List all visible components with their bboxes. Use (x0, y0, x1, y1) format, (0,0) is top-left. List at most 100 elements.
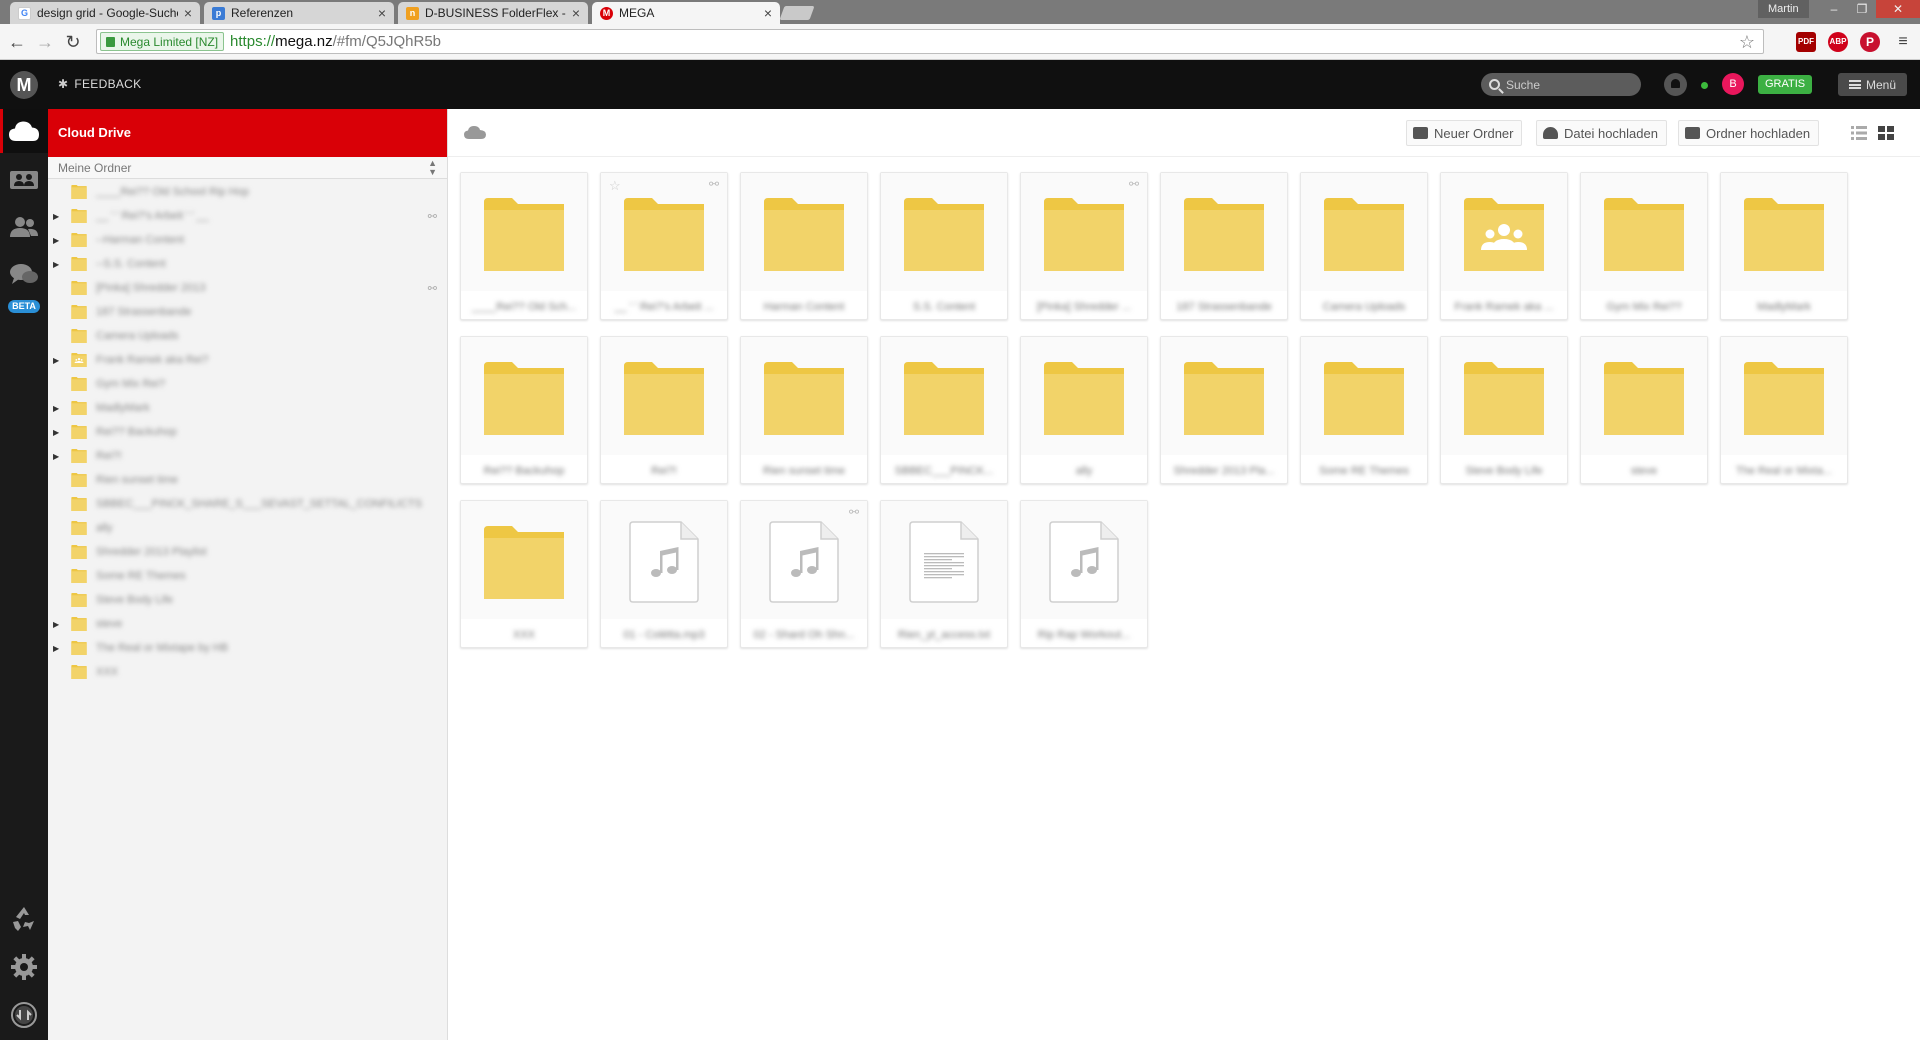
expand-arrow-icon[interactable]: ▶ (53, 356, 59, 365)
expand-arrow-icon[interactable]: ▶ (53, 428, 59, 437)
tree-folder-item[interactable]: ▶ Frank Ramek aka Rei? (48, 348, 447, 372)
cloud-drive-header[interactable]: Cloud Drive (48, 109, 447, 157)
expand-arrow-icon[interactable]: ▶ (53, 620, 59, 629)
browser-menu-icon[interactable]: ≡ (1892, 31, 1914, 53)
url-text[interactable]: https://mega.nz/#fm/Q5JQhR5b (230, 33, 441, 50)
folder-card[interactable]: ⚯ [Pinka] Shredder ... (1020, 172, 1148, 320)
new-tab-button[interactable] (779, 6, 815, 20)
folder-card[interactable]: ally (1020, 336, 1148, 484)
folder-card[interactable]: 187 Strassenbande (1160, 172, 1288, 320)
browser-tab-google[interactable]: G design grid - Google-Suche × (10, 2, 200, 24)
folder-card[interactable]: Shredder 2013 Pla... (1160, 336, 1288, 484)
search-field[interactable] (1481, 73, 1641, 96)
folder-card[interactable]: steve (1580, 336, 1708, 484)
file-card[interactable]: 01 - Colétta.mp3 (600, 500, 728, 648)
folder-card[interactable]: Steve Body Life (1440, 336, 1568, 484)
folder-card[interactable]: S.S. Content (880, 172, 1008, 320)
tree-folder-item[interactable]: Camera Uploads (48, 324, 447, 348)
folder-card[interactable]: Some RE Themes (1300, 336, 1428, 484)
tree-folder-item[interactable]: 187 Strassenbande (48, 300, 447, 324)
file-card[interactable]: Rien_yt_access.txt (880, 500, 1008, 648)
address-bar[interactable]: Mega Limited [NZ] https://mega.nz/#fm/Q5… (96, 29, 1764, 54)
tree-folder-item[interactable]: ▶ steve (48, 612, 447, 636)
menu-button[interactable]: Menü (1838, 73, 1907, 96)
tab-close-icon[interactable]: × (378, 5, 386, 21)
adblock-extension-icon[interactable]: ABP (1828, 32, 1848, 52)
security-indicator[interactable]: Mega Limited [NZ] (100, 32, 225, 51)
folder-card[interactable]: SBBEC___PINCK... (880, 336, 1008, 484)
folder-card[interactable]: ____Rei?? Old Sch... (460, 172, 588, 320)
tree-folder-item[interactable]: [Pinka] Shredder 2013 ⚯ (48, 276, 447, 300)
minimize-icon[interactable]: – (1820, 0, 1848, 18)
pinterest-extension-icon[interactable]: P (1860, 32, 1880, 52)
folder-card[interactable]: Gym Mix Rei?? (1580, 172, 1708, 320)
chat-nav[interactable] (0, 253, 48, 297)
rubbish-bin-nav[interactable] (0, 897, 48, 941)
expand-arrow-icon[interactable]: ▶ (53, 452, 59, 461)
folder-card[interactable]: ☆ ⚯ __ ' ' Rei?'s Arbeit ... (600, 172, 728, 320)
browser-tab-mega[interactable]: M MEGA × (592, 2, 780, 24)
tree-folder-item[interactable]: Steve Body Life (48, 588, 447, 612)
feedback-button[interactable]: ✱ FEEDBACK (58, 77, 141, 91)
list-view-icon[interactable] (1851, 126, 1867, 140)
transfers-nav[interactable] (0, 993, 48, 1037)
search-input[interactable] (1506, 77, 1626, 92)
tree-folder-item[interactable]: ▶ Rei?! (48, 444, 447, 468)
tree-folder-item[interactable]: ▶ Rei?? Backuhop (48, 420, 447, 444)
folder-card[interactable]: Rei?! (600, 336, 728, 484)
browser-tab-dbusiness[interactable]: n D-BUSINESS FolderFlex - F × (398, 2, 588, 24)
avatar[interactable]: B (1722, 73, 1744, 95)
grid-view-icon[interactable] (1878, 126, 1894, 140)
plan-badge[interactable]: GRATIS (1758, 75, 1813, 94)
tree-folder-item[interactable]: ▶ The Real or Mixtape by HB (48, 636, 447, 660)
tree-folder-item[interactable]: Gym Mix Rei? (48, 372, 447, 396)
folder-card[interactable]: XXX (460, 500, 588, 648)
tree-folder-item[interactable]: Some RE Themes (48, 564, 447, 588)
new-folder-button[interactable]: Neuer Ordner (1406, 120, 1523, 146)
tree-folder-item[interactable]: ▶ --Harman Content (48, 228, 447, 252)
tree-folder-item[interactable]: Rien sunset time (48, 468, 447, 492)
tree-folder-item[interactable]: XXX (48, 660, 447, 684)
folder-card[interactable]: Harman Content (740, 172, 868, 320)
tree-folder-item[interactable]: ally (48, 516, 447, 540)
browser-tab-referenzen[interactable]: p Referenzen × (204, 2, 394, 24)
expand-arrow-icon[interactable]: ▶ (53, 260, 59, 269)
tree-folder-item[interactable]: ▶ MadlyMark (48, 396, 447, 420)
tree-folder-item[interactable]: ▶ __ ' ' Rei?'s Arbeit ' ' __ ⚯ (48, 204, 447, 228)
cloud-drive-nav[interactable] (0, 109, 48, 153)
tree-folder-item[interactable]: Shredder 2013 Playlist (48, 540, 447, 564)
pdf-extension-icon[interactable]: PDF (1796, 32, 1816, 52)
folder-card[interactable]: Rei?? Backuhop (460, 336, 588, 484)
file-card[interactable]: Rip Rap Workout... (1020, 500, 1148, 648)
tree-folder-item[interactable]: ____Rei?? Old School Rip Hop (48, 180, 447, 204)
favourite-star-icon[interactable]: ☆ (609, 178, 621, 194)
tab-close-icon[interactable]: × (184, 5, 192, 21)
settings-nav[interactable] (0, 945, 48, 989)
breadcrumb-cloud-icon[interactable] (464, 125, 486, 140)
notifications-bell-icon[interactable] (1664, 73, 1687, 96)
expand-arrow-icon[interactable]: ▶ (53, 644, 59, 653)
restore-icon[interactable]: ❐ (1848, 0, 1876, 18)
sort-arrows-icon[interactable]: ▲ ▼ (428, 159, 437, 177)
reload-icon[interactable]: ↻ (62, 31, 84, 53)
window-close-icon[interactable]: ✕ (1876, 0, 1920, 18)
expand-arrow-icon[interactable]: ▶ (53, 212, 59, 221)
browser-user-button[interactable]: Martin (1758, 0, 1809, 18)
folder-card[interactable]: Rien sunset time (740, 336, 868, 484)
folder-card[interactable]: Camera Uploads (1300, 172, 1428, 320)
tree-folder-item[interactable]: SBBEC___PINCK_SHARE_S___SEVAST_SETTAL_CO… (48, 492, 447, 516)
folder-card[interactable]: Frank Ramek aka ... (1440, 172, 1568, 320)
forward-icon[interactable]: → (34, 31, 56, 53)
file-card[interactable]: ⚯ 02 - Shard Oh Shn... (740, 500, 868, 648)
mega-logo[interactable]: M (10, 71, 38, 99)
folder-card[interactable]: The Real or Mixta... (1720, 336, 1848, 484)
bookmark-star-icon[interactable]: ☆ (1739, 32, 1755, 53)
tab-close-icon[interactable]: × (572, 5, 580, 21)
folder-card[interactable]: MadlyMark (1720, 172, 1848, 320)
tab-close-icon[interactable]: × (764, 5, 772, 21)
tree-folder-item[interactable]: ▶ --S.S. Content (48, 252, 447, 276)
expand-arrow-icon[interactable]: ▶ (53, 404, 59, 413)
upload-folder-button[interactable]: Ordner hochladen (1678, 120, 1820, 146)
shared-items-nav[interactable] (0, 157, 48, 201)
upload-file-button[interactable]: Datei hochladen (1536, 120, 1667, 146)
